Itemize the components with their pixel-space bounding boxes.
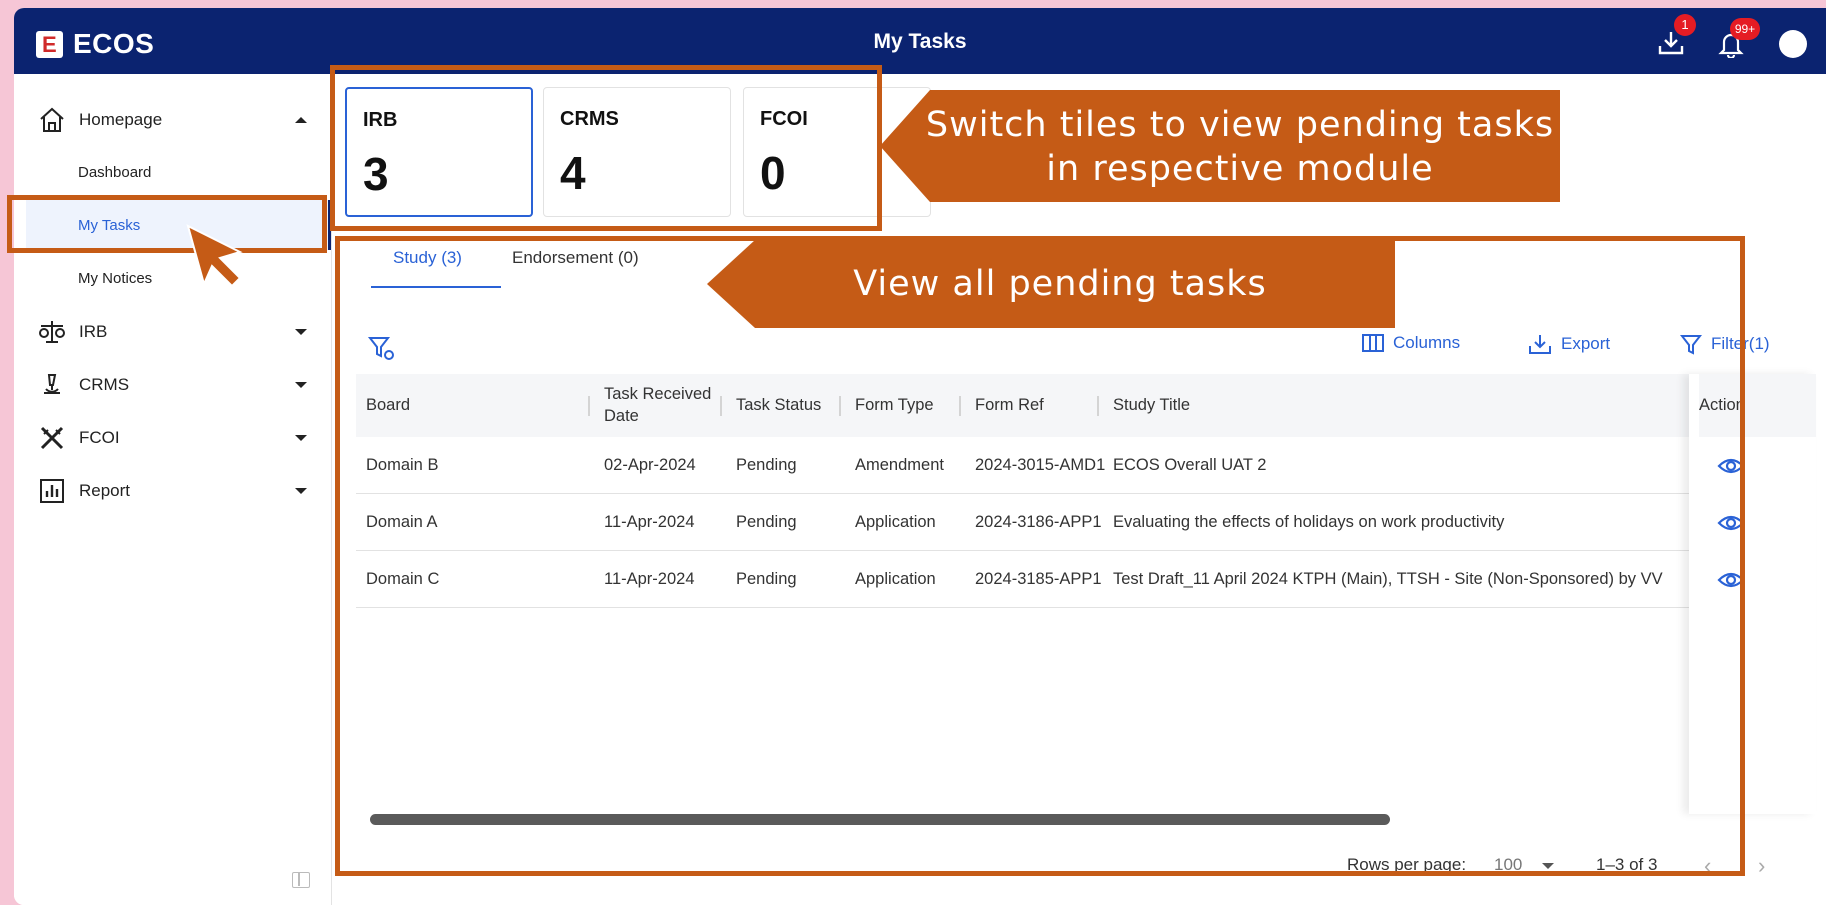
chevron-down-icon (295, 435, 307, 441)
sidebar-subitem-my-notices[interactable]: My Notices (78, 270, 152, 287)
annotation-box-tasks (335, 236, 1745, 876)
top-bar: E ECOS My Tasks 1 99+ (14, 8, 1826, 74)
next-page-icon[interactable]: › (1758, 853, 1765, 879)
sidebar-item-crms[interactable]: CRMS (14, 365, 332, 405)
sidebar-subitem-dashboard[interactable]: Dashboard (78, 164, 151, 181)
callout-line: in respective module (1046, 149, 1434, 189)
sidebar-item-label: CRMS (79, 375, 130, 394)
scales-icon (39, 321, 65, 343)
sidebar-item-fcoi[interactable]: FCOI (14, 418, 332, 458)
notification-badge: 99+ (1730, 18, 1760, 40)
pointer-arrow-icon (186, 224, 243, 288)
callout-line: Switch tiles to view pending tasks (925, 105, 1555, 145)
download-badge: 1 (1674, 14, 1696, 36)
callout-tiles-text: Switch tiles to view pending tasks in re… (925, 103, 1555, 191)
annotation-box-my-tasks (7, 195, 327, 253)
sidebar-item-label: IRB (79, 322, 108, 341)
chevron-up-icon (295, 117, 307, 123)
callout-tasks-text: View all pending tasks (853, 264, 1267, 304)
sidebar-item-irb[interactable]: IRB (14, 312, 332, 352)
chevron-down-icon (295, 488, 307, 494)
sidebar-item-label: FCOI (79, 428, 120, 447)
report-icon (40, 479, 64, 503)
chevron-down-icon (295, 329, 307, 335)
user-avatar[interactable] (1779, 30, 1807, 58)
sidebar-item-label: Report (79, 481, 131, 500)
chevron-down-icon (295, 382, 307, 388)
home-icon (40, 107, 64, 132)
page-title: My Tasks (873, 30, 967, 53)
microscope-icon (44, 374, 60, 394)
sidebar-item-homepage[interactable]: Homepage (14, 100, 332, 140)
annotation-box-tiles (330, 65, 882, 231)
sidebar-item-label: Homepage (79, 110, 163, 129)
collapse-sidebar-icon[interactable] (292, 872, 310, 888)
tools-icon (40, 426, 64, 450)
sidebar-item-report[interactable]: Report (14, 471, 332, 511)
